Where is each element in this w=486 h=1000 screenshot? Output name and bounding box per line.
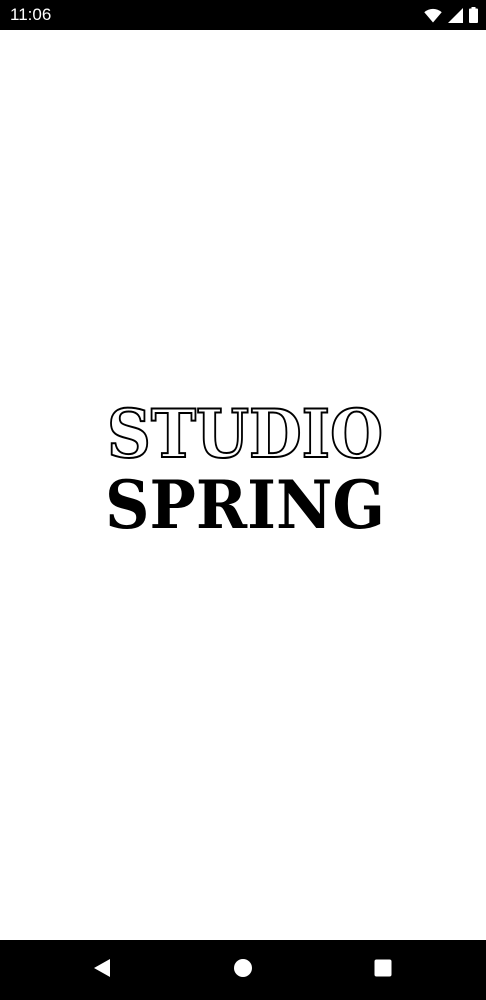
logo-line-studio: STUDIO bbox=[107, 396, 383, 473]
back-button[interactable] bbox=[89, 958, 115, 982]
app-screen: 11:06 STUDIO SPRING bbox=[0, 0, 486, 1000]
back-icon bbox=[93, 958, 111, 982]
status-time: 11:06 bbox=[10, 5, 52, 24]
navigation-bar bbox=[0, 940, 486, 1000]
status-bar: 11:06 bbox=[0, 0, 486, 30]
splash-screen: STUDIO SPRING bbox=[0, 30, 486, 940]
home-button[interactable] bbox=[230, 958, 256, 982]
logo-line-spring: SPRING bbox=[105, 466, 385, 536]
status-icons bbox=[424, 6, 478, 24]
battery-icon bbox=[469, 7, 478, 23]
recents-button[interactable] bbox=[370, 958, 396, 982]
home-icon bbox=[233, 958, 253, 982]
recents-icon bbox=[374, 959, 392, 981]
wifi-icon bbox=[424, 8, 442, 23]
signal-icon bbox=[448, 7, 463, 23]
studio-spring-logo: STUDIO SPRING bbox=[100, 396, 390, 536]
